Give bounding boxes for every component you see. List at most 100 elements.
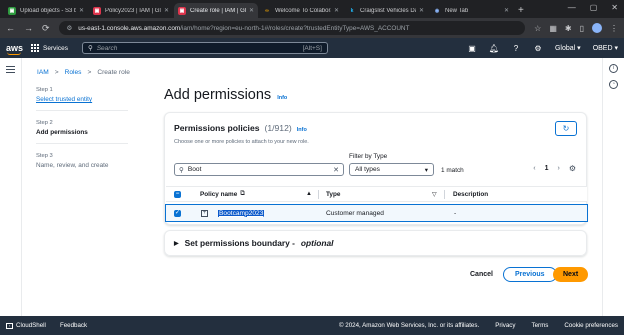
- search-placeholder: Search: [96, 44, 118, 52]
- selection-count: (1/912): [264, 123, 292, 133]
- clear-search-icon[interactable]: ✕: [333, 166, 339, 174]
- cancel-button[interactable]: Cancel: [462, 268, 501, 282]
- browser-actions: ☆ ▦ ✱ ▯ ⋮: [534, 23, 618, 33]
- bookmark-star-icon[interactable]: ☆: [534, 24, 541, 33]
- previous-button[interactable]: Previous: [503, 267, 557, 282]
- terminal-icon: ›: [6, 322, 13, 329]
- table-row[interactable]: ✓ + Bootcamp2023 Customer managed -: [165, 204, 588, 222]
- close-window-icon[interactable]: ✕: [611, 3, 618, 12]
- menu-kebab-icon[interactable]: ⋮: [610, 24, 618, 33]
- close-icon[interactable]: ✕: [79, 7, 84, 14]
- minimize-icon[interactable]: —: [568, 3, 576, 12]
- row-checkbox[interactable]: ✓: [174, 209, 181, 217]
- policy-search-input[interactable]: ⚲ Boot ✕: [174, 163, 344, 176]
- tab-title: New Tab: [445, 7, 469, 14]
- hamburger-menu-icon[interactable]: [6, 66, 15, 75]
- filter-type-label: Filter by Type: [349, 153, 388, 160]
- select-all-checkbox[interactable]: −: [174, 190, 181, 198]
- aws-header-actions: ▣ 🔔︎ ? ⚙ Global ▾ OBED ▾: [467, 43, 618, 53]
- url-path: /iam/home?region=eu-north-1#/roles/creat…: [180, 24, 410, 32]
- breadcrumb-separator: >: [87, 69, 92, 76]
- close-icon[interactable]: ✕: [334, 7, 339, 14]
- permissions-boundary-section[interactable]: ▶ Set permissions boundary - optional: [164, 230, 587, 256]
- footer-links: © 2024, Amazon Web Services, Inc. or its…: [339, 322, 618, 329]
- column-type[interactable]: Type: [326, 191, 340, 198]
- column-divider: [444, 189, 445, 199]
- breadcrumb-roles[interactable]: Roles: [65, 69, 82, 76]
- browser-tab[interactable]: k Craigslist Vehicles Da ✕: [344, 3, 428, 18]
- step-number: Step 2: [36, 120, 53, 126]
- browser-tab-active[interactable]: ▣ Create role | IAM | Glo ✕: [174, 3, 258, 18]
- account-menu[interactable]: OBED ▾: [593, 44, 618, 52]
- copyright-text: © 2024, Amazon Web Services, Inc. or its…: [339, 322, 480, 329]
- info-panel-icon[interactable]: i: [609, 64, 618, 73]
- refresh-button[interactable]: ↻: [555, 121, 577, 136]
- profile-avatar[interactable]: [592, 23, 602, 33]
- column-policy-name[interactable]: Policy name ⧉: [200, 190, 245, 198]
- close-icon[interactable]: ✕: [504, 7, 509, 14]
- cloudshell-icon[interactable]: ▣: [467, 43, 477, 53]
- policy-name-link[interactable]: Bootcamp2023: [218, 209, 265, 217]
- cloudshell-button[interactable]: › CloudShell: [6, 322, 46, 329]
- filter-type-select[interactable]: All types ▾: [349, 163, 434, 176]
- match-count: 1 match: [441, 167, 464, 174]
- help-icon[interactable]: ?: [511, 43, 521, 53]
- info-link[interactable]: Info: [277, 95, 287, 101]
- external-link-icon: ⧉: [240, 190, 245, 197]
- next-button[interactable]: Next: [553, 267, 589, 282]
- iam-favicon-icon: ▣: [93, 6, 101, 15]
- privacy-link[interactable]: Privacy: [495, 322, 515, 329]
- info-link[interactable]: Info: [297, 127, 307, 133]
- services-menu[interactable]: Services: [43, 45, 68, 52]
- breadcrumb-iam[interactable]: IAM: [37, 69, 49, 76]
- tab-title: Upload objects - S3 b: [20, 7, 76, 14]
- column-description[interactable]: Description: [453, 191, 488, 198]
- table-settings-gear-icon[interactable]: ⚙: [569, 164, 576, 173]
- boundary-optional: optional: [300, 238, 334, 248]
- extensions-puzzle-icon[interactable]: ✱: [565, 24, 572, 33]
- boundary-title: Set permissions boundary -: [184, 238, 295, 248]
- back-icon[interactable]: ←: [6, 23, 15, 33]
- reload-icon[interactable]: ⟳: [42, 23, 50, 34]
- browser-tab[interactable]: ▣ Upload objects - S3 b ✕: [4, 3, 88, 18]
- step-number: Step 1: [36, 87, 53, 93]
- help-panel-icon[interactable]: ◔: [609, 80, 618, 89]
- new-tab-button[interactable]: +: [518, 5, 524, 16]
- browser-tab-strip: ▣ Upload objects - S3 b ✕ ▣ Policy2023 |…: [0, 0, 624, 18]
- forward-icon[interactable]: →: [24, 23, 33, 33]
- expand-row-icon[interactable]: +: [201, 209, 208, 217]
- aws-search-input[interactable]: ⚲ Search [Alt+S]: [81, 42, 328, 54]
- search-icon: ⚲: [87, 45, 93, 52]
- browser-tab[interactable]: ◉ New Tab ✕: [429, 3, 513, 18]
- region-selector[interactable]: Global ▾: [555, 44, 581, 52]
- close-icon[interactable]: ✕: [419, 7, 424, 14]
- address-bar[interactable]: ⚙ us-east-1.console.aws.amazon.com/iam/h…: [58, 21, 526, 35]
- iam-favicon-icon: ▣: [178, 6, 186, 15]
- extension-icon[interactable]: ▦: [549, 24, 557, 33]
- column-filter-icon[interactable]: ▽: [432, 191, 437, 198]
- browser-tab[interactable]: ▣ Policy2023 | IAM | Glo ✕: [89, 3, 173, 18]
- refresh-icon: ↻: [562, 124, 570, 133]
- close-icon[interactable]: ✕: [164, 7, 169, 14]
- browser-tab[interactable]: ∞ Welcome To Colabora ✕: [259, 3, 343, 18]
- feedback-link[interactable]: Feedback: [60, 322, 87, 329]
- sort-ascending-icon[interactable]: ▲: [306, 191, 312, 197]
- step-link[interactable]: Select trusted entity: [36, 96, 136, 103]
- aws-logo[interactable]: aws: [6, 43, 23, 55]
- cookie-preferences-link[interactable]: Cookie preferences: [564, 322, 618, 329]
- prev-page-icon[interactable]: ‹: [533, 165, 535, 172]
- colab-favicon-icon: ∞: [265, 7, 269, 14]
- page-number[interactable]: 1: [545, 165, 549, 172]
- step-divider: [36, 143, 128, 144]
- step-label: Name, review, and create: [36, 162, 109, 169]
- maximize-icon[interactable]: ▢: [590, 3, 598, 12]
- terms-link[interactable]: Terms: [532, 322, 549, 329]
- breadcrumb-separator: >: [54, 69, 59, 76]
- settings-gear-icon[interactable]: ⚙: [533, 43, 543, 53]
- site-info-icon[interactable]: ⚙: [67, 24, 73, 32]
- step-1: Step 1 Select trusted entity: [36, 87, 136, 103]
- close-icon[interactable]: ✕: [249, 7, 254, 14]
- sidepanel-icon[interactable]: ▯: [580, 24, 584, 33]
- next-page-icon[interactable]: ›: [557, 165, 559, 172]
- notifications-bell-icon[interactable]: 🔔︎: [489, 43, 499, 53]
